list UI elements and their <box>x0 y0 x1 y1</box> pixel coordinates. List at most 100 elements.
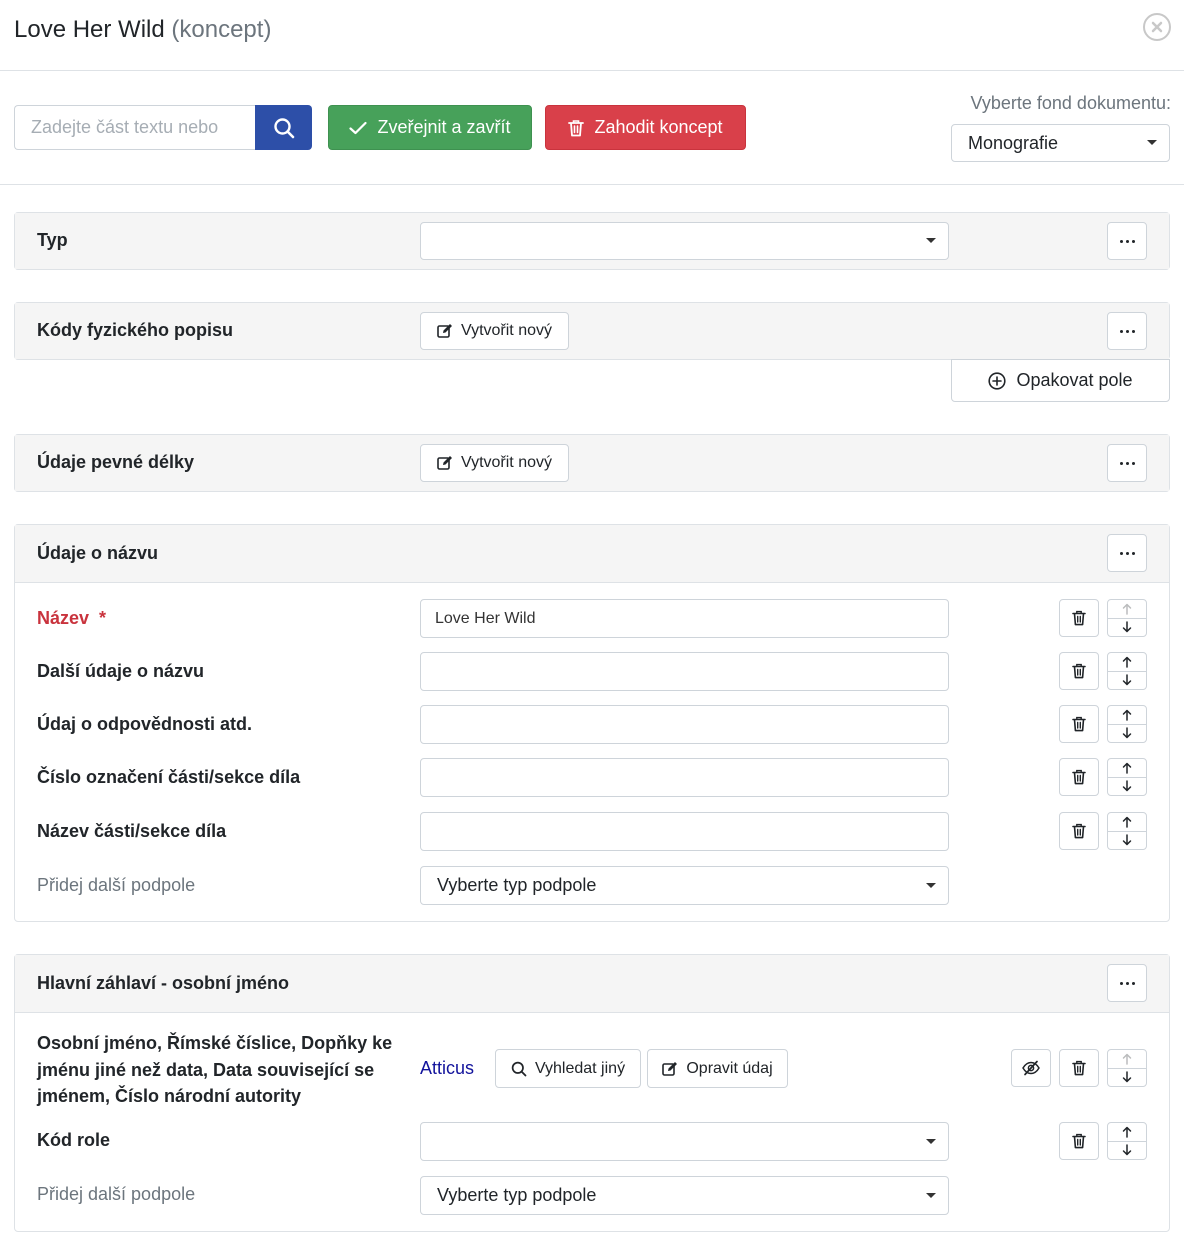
section-typ: Typ <box>14 212 1170 270</box>
fond-select[interactable]: Monografie <box>951 124 1170 162</box>
arrow-up-icon <box>1122 709 1132 721</box>
arrow-up-icon <box>1122 1126 1132 1138</box>
publish-label: Zveřejnit a zavřít <box>377 117 511 137</box>
search-input[interactable] <box>14 105 256 150</box>
field-label: Údaj o odpovědnosti atd. <box>37 714 252 734</box>
unlink-button[interactable] <box>1011 1049 1051 1087</box>
more-options-button[interactable] <box>1107 312 1147 350</box>
fond-value: Monografie <box>968 132 1059 153</box>
subtitle-input[interactable] <box>420 652 949 691</box>
move-up-button[interactable] <box>1108 1050 1146 1068</box>
section-title: Údaje pevné délky <box>37 452 195 472</box>
section-title: Hlavní záhlaví - osobní jméno <box>37 973 290 993</box>
caret-down-icon <box>926 238 936 243</box>
arrow-down-icon <box>1122 1071 1132 1083</box>
reorder-control[interactable] <box>1107 599 1147 637</box>
move-down-button[interactable] <box>1108 830 1146 850</box>
move-up-button[interactable] <box>1108 813 1146 831</box>
trash-icon <box>1072 1133 1086 1149</box>
add-subfield-label: Přidej další podpole <box>37 1184 196 1204</box>
record-title: Love Her Wild <box>14 16 165 43</box>
title-input[interactable] <box>420 599 949 638</box>
move-up-button[interactable] <box>1108 759 1146 777</box>
move-up-button[interactable] <box>1108 653 1146 671</box>
close-icon[interactable] <box>1143 13 1171 41</box>
move-down-button[interactable] <box>1108 776 1146 796</box>
search-icon <box>511 1061 527 1076</box>
edit-icon <box>662 1061 678 1076</box>
publish-button[interactable]: Zveřejnit a zavřít <box>328 105 532 150</box>
move-down-button[interactable] <box>1108 1067 1146 1087</box>
search-button[interactable] <box>255 105 312 150</box>
field-label: Číslo označení části/sekce díla <box>37 767 301 787</box>
delete-button[interactable] <box>1059 705 1099 743</box>
create-new-button[interactable]: Vytvořit nový <box>420 312 569 350</box>
edit-value-button[interactable]: Opravit údaj <box>647 1049 788 1088</box>
field-label: Další údaje o názvu <box>37 661 205 681</box>
reorder-control[interactable] <box>1107 758 1147 796</box>
section-osobni-header: Hlavní záhlaví - osobní jméno <box>15 955 1169 1013</box>
arrow-down-icon <box>1122 727 1132 739</box>
discard-button[interactable]: Zahodit koncept <box>545 105 746 150</box>
search-other-button[interactable]: Vyhledat jiný <box>495 1049 641 1088</box>
discard-label: Zahodit koncept <box>594 117 723 137</box>
trash-icon <box>1072 1060 1086 1076</box>
part-name-input[interactable] <box>420 812 949 851</box>
repeat-field-button[interactable]: Opakovat pole <box>951 359 1170 402</box>
more-options-button[interactable] <box>1107 534 1147 572</box>
field-label: Název části/sekce díla <box>37 821 227 841</box>
eye-slash-icon <box>1022 1060 1040 1076</box>
check-icon <box>349 121 368 134</box>
toolbar-divider <box>0 184 1184 185</box>
more-options-button[interactable] <box>1107 964 1147 1002</box>
move-down-button[interactable] <box>1108 1140 1146 1160</box>
section-pevne-header: Údaje pevné délky Vytvořit nový <box>15 435 1169 491</box>
required-mark: * <box>99 608 107 628</box>
delete-button[interactable] <box>1059 599 1099 637</box>
section-title: Kódy fyzického popisu <box>37 320 234 340</box>
delete-button[interactable] <box>1059 1049 1099 1087</box>
section-kody-header: Kódy fyzického popisu Vytvořit nový <box>15 303 1169 359</box>
section-title: Typ <box>37 230 68 250</box>
create-new-button[interactable]: Vytvořit nový <box>420 444 569 482</box>
fond-label: Vyberte fond dokumentu: <box>970 93 1171 113</box>
arrow-down-icon <box>1122 1144 1132 1156</box>
delete-button[interactable] <box>1059 652 1099 690</box>
more-options-button[interactable] <box>1107 222 1147 260</box>
trash-icon <box>1072 769 1086 785</box>
caret-down-icon <box>926 1192 936 1198</box>
trash-icon <box>1072 823 1086 839</box>
section-typ-header: Typ <box>15 213 1169 269</box>
delete-button[interactable] <box>1059 1122 1099 1160</box>
role-code-select[interactable] <box>420 1122 949 1161</box>
arrow-up-icon <box>1122 762 1132 774</box>
typ-select[interactable] <box>420 222 949 260</box>
caret-down-icon <box>926 1138 936 1144</box>
move-down-button[interactable] <box>1108 723 1146 743</box>
trash-icon <box>568 119 585 136</box>
move-down-button[interactable] <box>1108 670 1146 690</box>
section-osobni-jmeno: Hlavní záhlaví - osobní jméno Osobní jmé… <box>14 954 1170 1232</box>
reorder-control[interactable] <box>1107 812 1147 850</box>
delete-button[interactable] <box>1059 812 1099 850</box>
reorder-control[interactable] <box>1107 1049 1147 1087</box>
subfield-type-select[interactable]: Vyberte typ podpole <box>420 1176 949 1215</box>
subfield-type-select[interactable]: Vyberte typ podpole <box>420 866 949 905</box>
arrow-down-icon <box>1122 834 1132 846</box>
reorder-control[interactable] <box>1107 1122 1147 1160</box>
arrow-down-icon <box>1122 621 1132 633</box>
move-up-button[interactable] <box>1108 1123 1146 1141</box>
delete-button[interactable] <box>1059 758 1099 796</box>
reorder-control[interactable] <box>1107 652 1147 690</box>
part-number-input[interactable] <box>420 758 949 797</box>
move-down-button[interactable] <box>1108 617 1146 637</box>
reorder-control[interactable] <box>1107 705 1147 743</box>
arrow-up-icon <box>1122 816 1132 828</box>
arrow-down-icon <box>1122 780 1132 792</box>
responsibility-input[interactable] <box>420 705 949 744</box>
search-icon <box>273 117 294 138</box>
move-up-button[interactable] <box>1108 706 1146 724</box>
move-up-button[interactable] <box>1108 600 1146 618</box>
more-options-button[interactable] <box>1107 444 1147 482</box>
authority-value[interactable]: Atticus <box>420 1058 474 1079</box>
